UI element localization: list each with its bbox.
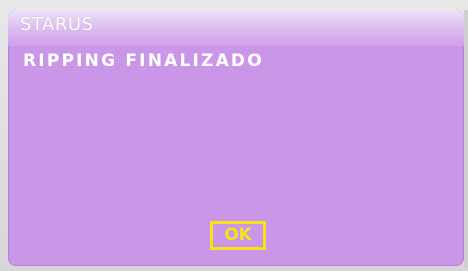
- dialog-title: STARUS: [20, 14, 94, 35]
- dialog-titlebar: STARUS: [8, 10, 464, 46]
- dialog-message: RIPPING FINALIZADO: [23, 51, 264, 71]
- ok-button[interactable]: OK: [210, 221, 266, 250]
- message-dialog: STARUS RIPPING FINALIZADO OK: [8, 10, 464, 266]
- screen: STARUS RIPPING FINALIZADO OK: [0, 0, 468, 271]
- screen-edge: [464, 10, 468, 268]
